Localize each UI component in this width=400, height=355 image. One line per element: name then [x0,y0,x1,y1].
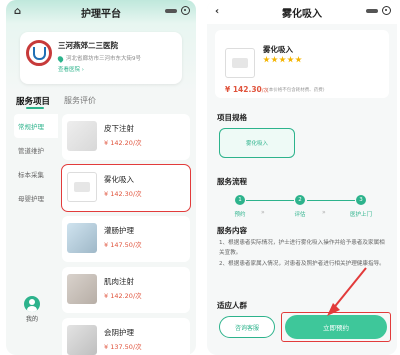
double-arrow-icon: » [322,209,326,216]
service-price: ¥ 142.30/次 [104,190,142,198]
service-detail-screen: ‹ 雾化吸入 雾化吸入 ¥ 142.30/次 (本价格不包含耗材费、药费) 项目… [207,0,397,355]
close-target-icon[interactable] [181,6,190,15]
hospital-card[interactable]: 三河燕郊二三医院 河北省廊坊市三河市东大街9号 查看医院 › [20,32,182,84]
content-title: 服务内容 [217,226,247,235]
star-icon [271,56,278,63]
star-icon [287,56,294,63]
bottom-action-bar: 咨询客服 立即预约 [215,312,393,342]
mine-button[interactable]: 我的 [16,296,48,323]
flow-step: 2 评估 [294,195,306,218]
page-title: 雾化吸入 [282,8,322,20]
hospital-address: 河北省廊坊市三河市东大街9号 [56,54,141,63]
consult-service-button[interactable]: 咨询客服 [219,316,275,338]
top-bar: ⌂ 护理平台 [6,0,196,24]
service-thumbnail [67,325,97,355]
chevron-left-icon[interactable]: ‹ [215,6,219,17]
service-list: 皮下注射 ¥ 142.20/次 雾化吸入 ¥ 142.30/次 灌肠护理 ¥ 1… [61,114,191,355]
home-icon[interactable]: ⌂ [14,6,21,17]
service-list-screen: ⌂ 护理平台 三河燕郊二三医院 河北省廊坊市三河市东大街9号 查看医院 › 服务… [6,0,196,355]
service-name: 皮下注射 [104,124,134,133]
crowd-title: 适应人群 [217,301,247,310]
product-thumbnail [225,48,255,78]
service-content: 1、根据患者实际情况，护士进行雾化吸入操作并给予患者及家属相关宣教。 2、根据患… [219,238,387,269]
tab-service-reviews[interactable]: 服务评价 [64,95,96,107]
service-price: ¥ 137.50/次 [104,343,142,351]
capsule-menu[interactable] [165,6,190,15]
star-icon [295,56,302,63]
service-thumbnail [67,223,97,253]
service-name: 会阴护理 [104,328,134,337]
tab-service-items[interactable]: 服务项目 [16,95,50,109]
location-pin-icon [56,54,65,63]
spec-title: 项目规格 [217,113,247,122]
capsule-menu[interactable] [366,6,391,15]
service-name: 肌肉注射 [104,277,134,286]
star-icon [263,56,270,63]
mine-label: 我的 [25,316,38,323]
flow-step: 1 预约 [234,195,246,218]
top-bar: ‹ 雾化吸入 [207,0,397,24]
product-price: ¥ 142.30/次 [225,85,269,94]
service-item-selected[interactable]: 雾化吸入 ¥ 142.30/次 [61,164,191,212]
product-card: 雾化吸入 ¥ 142.30/次 (本价格不包含耗材费、药费) [215,30,389,98]
double-arrow-icon: » [261,209,265,216]
view-hospital-link[interactable]: 查看医院 › [58,65,84,73]
hospital-name: 三河燕郊二三医院 [58,41,118,50]
spec-option[interactable]: 雾化吸入 [219,128,295,158]
user-avatar-icon [24,296,40,312]
service-thumbnail [67,121,97,151]
service-item[interactable]: 皮下注射 ¥ 142.20/次 [62,114,190,160]
hospital-logo [26,40,52,66]
rating-stars [263,56,302,63]
category-item[interactable]: 管道维护 [14,138,58,162]
service-price: ¥ 147.50/次 [104,241,142,249]
category-item[interactable]: 母婴护理 [14,186,58,210]
service-price: ¥ 142.20/次 [104,139,142,147]
product-name: 雾化吸入 [263,45,293,54]
flow-step: 3 医护上门 [349,195,372,218]
star-icon [279,56,286,63]
service-name: 灌肠护理 [104,226,134,235]
service-thumbnail [67,274,97,304]
tab-bar: 服务项目 服务评价 [16,95,96,109]
service-price: ¥ 142.20/次 [104,292,142,300]
service-item[interactable]: 肌肉注射 ¥ 142.20/次 [62,267,190,313]
service-flow-steps: 1 预约 2 评估 3 医护上门 » » [219,195,385,221]
more-icon[interactable] [165,8,177,13]
price-note: (本价格不包含耗材费、药费) [267,88,325,93]
service-item[interactable]: 灌肠护理 ¥ 147.50/次 [62,216,190,262]
content-paragraph: 1、根据患者实际情况，护士进行雾化吸入操作并给予患者及家属相关宣教。 [219,240,385,256]
more-icon[interactable] [366,8,378,13]
content-paragraph: 2、根据患者家属入情况，对患者及照护者进行相关护理健康指导。 [219,261,385,267]
service-name: 雾化吸入 [104,175,134,184]
close-target-icon[interactable] [382,6,391,15]
screenshot-root: ⌂ 护理平台 三河燕郊二三医院 河北省廊坊市三河市东大街9号 查看医院 › 服务… [0,0,400,355]
service-thumbnail [67,172,97,202]
category-item[interactable]: 常规护理 [14,114,58,138]
service-item[interactable]: 会阴护理 ¥ 137.50/次 [62,318,190,355]
flow-title: 服务流程 [217,177,247,186]
book-now-button[interactable]: 立即预约 [285,315,387,339]
category-item[interactable]: 标本采集 [14,162,58,186]
page-title: 护理平台 [81,8,121,20]
